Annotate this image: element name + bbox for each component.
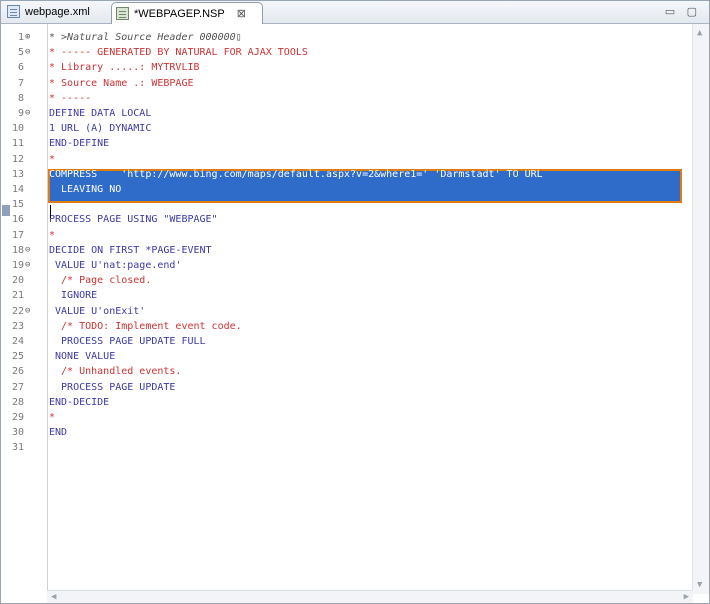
line-number: 16 <box>11 214 24 226</box>
line-number: 6 <box>17 62 24 74</box>
code-text: NONE VALUE <box>49 351 116 363</box>
code-text: LEAVING NO <box>49 184 122 195</box>
code-text: /* Unhandled events. <box>49 366 182 378</box>
code-text: COMPRESS 'http://www.bing.com/maps/defau… <box>49 168 543 180</box>
code-text: * <box>49 229 56 241</box>
line-number: 24 <box>11 336 24 347</box>
code-text: * >Natural Source Header 000000▯ <box>49 32 242 43</box>
close-tab-icon[interactable]: ⊠ <box>237 7 246 20</box>
scroll-right-icon[interactable]: ▶ <box>684 592 689 602</box>
scroll-down-icon[interactable]: ▼ <box>697 580 702 590</box>
code-text: PROCESS PAGE USING "WEBPAGE" <box>49 214 218 226</box>
line-number: 17 <box>11 229 24 241</box>
line-number: 26 <box>11 366 24 378</box>
minimize-maximize-icon[interactable]: ▭ ▢ <box>665 5 701 18</box>
code-text: * <box>49 412 56 423</box>
scroll-left-icon[interactable]: ◀ <box>51 592 56 602</box>
line-number: 11 <box>11 138 24 150</box>
line-number: 19 <box>11 260 24 271</box>
code-text: IGNORE <box>49 290 98 302</box>
xml-file-icon <box>7 5 20 18</box>
code-text: * ----- <box>49 92 92 104</box>
line-number: 12 <box>11 153 24 165</box>
line-number: 25 <box>11 351 24 363</box>
tab-label: webpage.xml <box>25 5 90 18</box>
code-text: * ----- GENERATED BY NATURAL FOR AJAX TO… <box>49 47 308 59</box>
code-text: PROCESS PAGE UPDATE <box>49 381 176 393</box>
code-text: * <box>49 153 56 165</box>
code-text: END-DEFINE <box>49 138 110 150</box>
line-number: 21 <box>11 290 24 302</box>
code-text: /* Page closed. <box>49 275 152 287</box>
line-number: 18 <box>11 244 24 256</box>
tab-label: *WEBPAGEP.NSP <box>134 7 225 20</box>
line-number: 10 <box>11 123 24 135</box>
line-number: 28 <box>11 396 24 408</box>
horizontal-scrollbar[interactable]: ◀ ▶ <box>47 590 693 603</box>
line-number: 29 <box>11 412 24 423</box>
gutter-divider <box>47 24 48 594</box>
code-text: DEFINE DATA LOCAL <box>49 108 152 119</box>
text-cursor <box>50 205 51 218</box>
line-number: 31 <box>11 442 24 454</box>
line-number: 13 <box>11 168 24 180</box>
line-number: 22 <box>11 305 24 317</box>
line-number: 30 <box>11 427 24 439</box>
code-text: DECIDE ON FIRST *PAGE-EVENT <box>49 244 212 256</box>
collapse-fold-icon[interactable]: ⊖ <box>25 45 30 60</box>
collapse-fold-icon[interactable]: ⊖ <box>25 258 30 273</box>
vertical-scrollbar[interactable]: ▲ ▼ <box>692 24 709 594</box>
line-number: 20 <box>11 275 24 287</box>
code-editor[interactable]: 1 ⊕ * >Natural Source Header 000000▯ 5 ⊖ * --… <box>1 24 709 603</box>
line-number: 23 <box>11 320 24 332</box>
scroll-up-icon[interactable]: ▲ <box>697 28 702 38</box>
code-text: * Source Name .: WEBPAGE <box>49 77 194 89</box>
tab-webpage-xml[interactable]: webpage.xml <box>3 1 107 22</box>
line-number: 14 <box>11 184 24 195</box>
code-text: * Library .....: MYTRVLIB <box>49 62 200 74</box>
tab-bar: webpage.xml *WEBPAGEP.NSP ⊠ ▭ ▢ <box>1 1 709 24</box>
line-number: 8 <box>17 92 24 104</box>
code-text: /* TODO: Implement event code. <box>49 320 242 332</box>
tab-webpagep-nsp[interactable]: *WEBPAGEP.NSP ⊠ <box>111 2 263 24</box>
code-text: VALUE U'nat:page.end' <box>49 260 182 271</box>
line-number: 27 <box>11 381 24 393</box>
collapse-fold-icon[interactable]: ⊖ <box>25 243 30 258</box>
line-number: 15 <box>11 199 24 211</box>
collapse-fold-icon[interactable]: ⊖ <box>25 304 30 319</box>
code-text: PROCESS PAGE UPDATE FULL <box>49 336 206 347</box>
line-number: 7 <box>17 77 24 89</box>
code-text: END <box>49 427 68 439</box>
expand-fold-icon[interactable]: ⊕ <box>25 30 30 45</box>
line-number: 1 <box>17 32 24 43</box>
natural-source-icon <box>116 7 129 20</box>
code-text: 1 URL (A) DYNAMIC <box>49 123 152 135</box>
collapse-fold-icon[interactable]: ⊖ <box>25 106 30 121</box>
code-text: END-DECIDE <box>49 396 110 408</box>
editor-window: webpage.xml *WEBPAGEP.NSP ⊠ ▭ ▢ 1 ⊕ * >Nat… <box>0 0 710 604</box>
line-number: 5 <box>17 47 24 59</box>
code-text: VALUE U'onExit' <box>49 305 146 317</box>
line-number: 9 <box>17 108 24 119</box>
